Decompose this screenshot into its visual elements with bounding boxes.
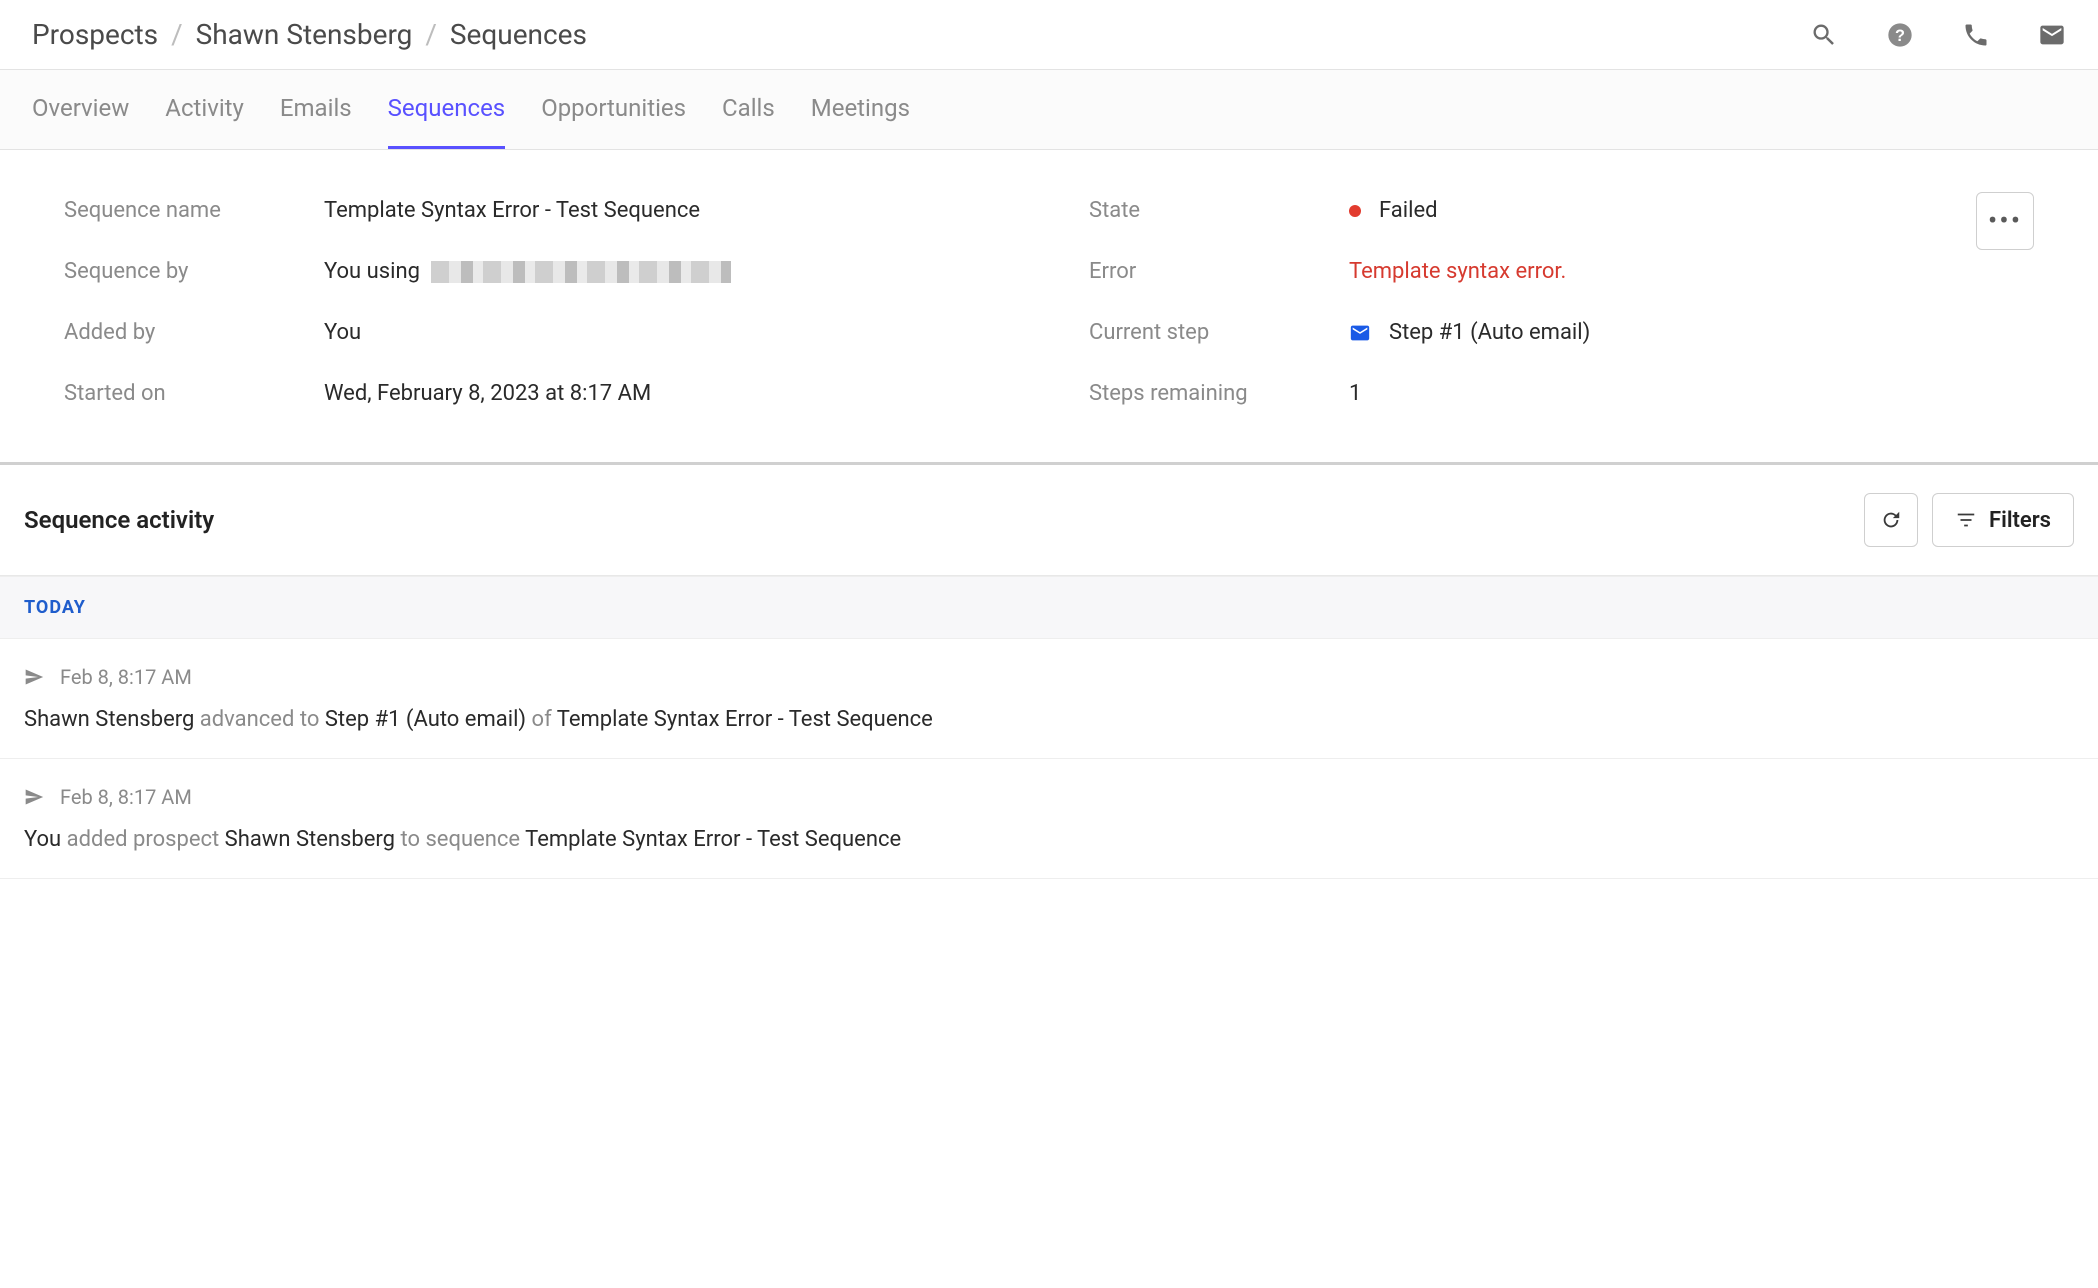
started-on-value: Wed, February 8, 2023 at 8:17 AM (324, 381, 651, 406)
started-on-label: Started on (64, 381, 324, 406)
phone-icon[interactable] (1962, 21, 1990, 49)
breadcrumb-section[interactable]: Sequences (450, 18, 587, 51)
added-by-label: Added by (64, 320, 324, 345)
filter-icon (1955, 509, 1977, 531)
error-label: Error (1089, 259, 1349, 284)
sequence-by-label: Sequence by (64, 259, 324, 284)
breadcrumb-root[interactable]: Prospects (32, 18, 158, 51)
more-actions-button[interactable]: ••• (1976, 192, 2034, 250)
status-dot-failed-icon (1349, 205, 1361, 217)
help-icon[interactable]: ? (1886, 21, 1914, 49)
state-label: State (1089, 198, 1349, 223)
state-value: Failed (1349, 198, 1438, 223)
mail-icon[interactable] (2038, 21, 2066, 49)
activity-title: Sequence activity (24, 506, 214, 534)
activity-day-header: TODAY (0, 576, 2098, 639)
sequence-by-value: You using (324, 259, 731, 284)
error-value: Template syntax error. (1349, 259, 1566, 284)
tabs: Overview Activity Emails Sequences Opportuni… (0, 70, 2098, 150)
event-text: Shawn Stensberg advanced to Step #1 (Aut… (24, 707, 2074, 732)
activity-event[interactable]: Feb 8, 8:17 AM You added prospect Shawn S… (0, 759, 2098, 879)
send-icon (24, 667, 44, 687)
tab-sequences[interactable]: Sequences (388, 70, 506, 149)
refresh-button[interactable] (1864, 493, 1918, 547)
breadcrumb-separator: / (171, 18, 183, 51)
sequence-name-value: Template Syntax Error - Test Sequence (324, 198, 700, 223)
current-step-label: Current step (1089, 320, 1349, 345)
svg-text:?: ? (1895, 26, 1905, 44)
added-by-value: You (324, 320, 361, 345)
tab-overview[interactable]: Overview (32, 70, 129, 149)
steps-remaining-value: 1 (1349, 381, 1361, 406)
activity-event[interactable]: Feb 8, 8:17 AM Shawn Stensberg advanced t… (0, 639, 2098, 759)
current-step-value: Step #1 (Auto email) (1349, 320, 1590, 345)
redacted-email (431, 261, 731, 283)
event-time: Feb 8, 8:17 AM (60, 665, 192, 689)
tab-emails[interactable]: Emails (280, 70, 352, 149)
sequence-name-label: Sequence name (64, 198, 324, 223)
breadcrumb: Prospects / Shawn Stensberg / Sequences (32, 18, 587, 51)
breadcrumb-separator: / (425, 18, 437, 51)
search-icon[interactable] (1810, 21, 1838, 49)
tab-opportunities[interactable]: Opportunities (541, 70, 686, 149)
steps-remaining-label: Steps remaining (1089, 381, 1349, 406)
event-text: You added prospect Shawn Stensberg to se… (24, 827, 2074, 852)
event-time: Feb 8, 8:17 AM (60, 785, 192, 809)
breadcrumb-person[interactable]: Shawn Stensberg (196, 18, 413, 51)
tab-calls[interactable]: Calls (722, 70, 775, 149)
email-step-icon (1349, 322, 1371, 344)
send-icon (24, 787, 44, 807)
filters-button[interactable]: Filters (1932, 493, 2074, 547)
refresh-icon (1880, 509, 1902, 531)
tab-activity[interactable]: Activity (165, 70, 244, 149)
tab-meetings[interactable]: Meetings (811, 70, 910, 149)
filters-label: Filters (1989, 508, 2051, 533)
